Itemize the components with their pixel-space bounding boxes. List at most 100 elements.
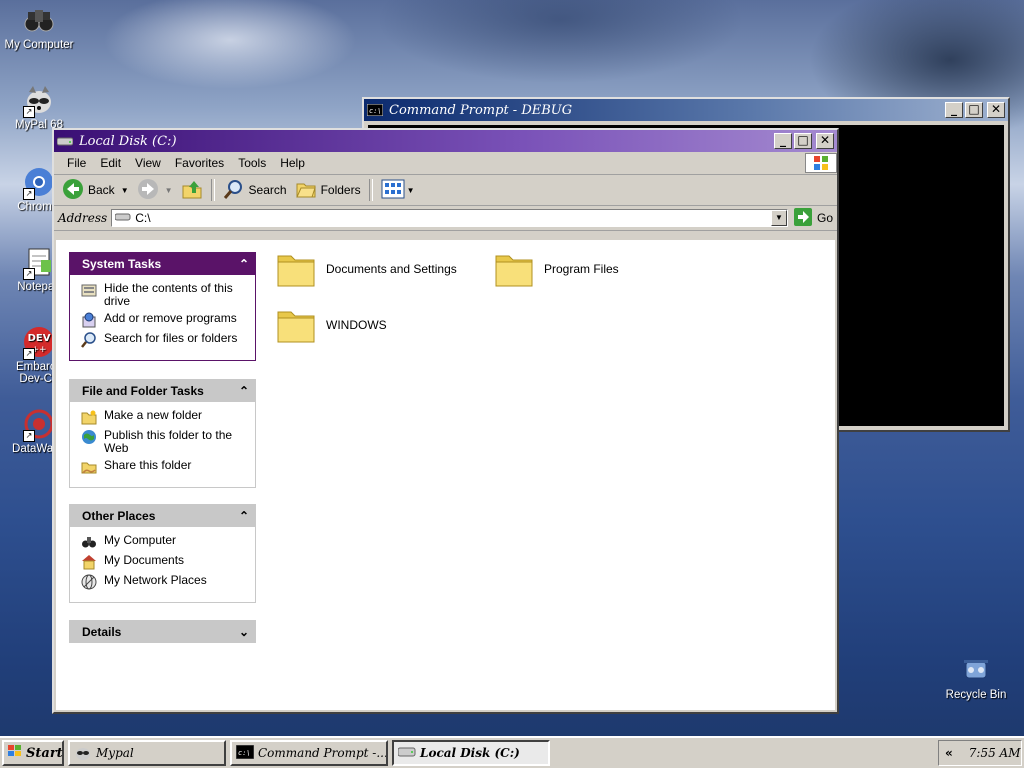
drive-icon — [397, 745, 416, 761]
menu-view[interactable]: View — [128, 156, 168, 170]
address-label: Address — [58, 211, 108, 225]
minimize-button[interactable]: _ — [945, 102, 963, 118]
tray-chevron-button[interactable]: « — [945, 746, 953, 760]
go-button[interactable]: Go — [793, 207, 833, 229]
search-label: Search — [248, 183, 287, 197]
explorer-titlebar[interactable]: Local Disk (C:) _ □ ✕ — [54, 130, 837, 152]
task-label: Publish this folder to the Web — [104, 428, 233, 455]
collapse-icon[interactable]: ⌃ — [239, 384, 249, 398]
add-remove-programs-icon — [81, 312, 97, 328]
chromium-icon: ↗ — [23, 166, 55, 200]
panel-title: File and Folder Tasks — [82, 383, 204, 398]
up-folder-button[interactable] — [177, 177, 207, 203]
windows-logo-icon — [805, 153, 837, 173]
close-button[interactable]: ✕ — [816, 133, 834, 149]
desktop-icon-recycle-bin[interactable]: Recycle Bin — [937, 654, 1015, 701]
folder-item[interactable]: WINDOWS — [276, 306, 387, 344]
task-label: Share this folder — [104, 458, 192, 472]
shortcut-arrow-icon: ↗ — [23, 106, 35, 118]
chevron-down-icon[interactable]: ▼ — [407, 186, 415, 195]
content-area[interactable]: System Tasks ⌃ Hide the contents of this… — [56, 240, 835, 710]
console-icon: c:\ — [366, 103, 384, 117]
binoculars-icon — [23, 4, 55, 36]
panel-title: Details — [82, 624, 122, 639]
expand-icon[interactable]: ⌄ — [239, 625, 249, 639]
start-button[interactable]: Start — [2, 740, 64, 766]
folder-icon — [276, 306, 316, 344]
task-make-new-folder[interactable]: Make a new folder — [81, 409, 249, 425]
panel-title: System Tasks — [82, 256, 162, 271]
svg-text:c:\: c:\ — [369, 107, 382, 115]
search-button[interactable]: Search — [219, 177, 291, 203]
taskbar-button-command-prompt[interactable]: c:\ Command Prompt -... — [230, 740, 388, 766]
place-label: My Computer — [104, 533, 177, 547]
shortcut-arrow-icon: ↗ — [23, 188, 35, 200]
panel-body: Make a new folder Publish this folder to… — [69, 402, 256, 488]
menu-edit[interactable]: Edit — [93, 156, 128, 170]
place-my-network[interactable]: My Network Places — [81, 574, 249, 590]
menu-favorites[interactable]: Favorites — [168, 156, 231, 170]
forward-button[interactable]: ▼ — [133, 177, 177, 203]
folder-icon — [494, 250, 534, 288]
task-label: Mypal — [96, 746, 134, 760]
desktop-icon-label: Recycle Bin — [945, 689, 1007, 701]
console-icon: c:\ — [235, 744, 255, 761]
go-arrow-icon — [793, 207, 812, 229]
raccoon-icon — [74, 745, 92, 761]
place-my-documents[interactable]: My Documents — [81, 554, 249, 570]
system-tasks-panel: System Tasks ⌃ Hide the contents of this… — [69, 252, 256, 361]
collapse-icon[interactable]: ⌃ — [239, 509, 249, 523]
explorer-window[interactable]: Local Disk (C:) _ □ ✕ File Edit View Fav… — [52, 128, 839, 714]
folders-icon — [295, 178, 317, 203]
cmd-title: Command Prompt - DEBUG — [389, 102, 573, 118]
minimize-button[interactable]: _ — [774, 133, 792, 149]
folder-item[interactable]: Documents and Settings — [276, 250, 457, 288]
taskbar-button-local-disk[interactable]: Local Disk (C:) — [392, 740, 550, 766]
folder-label: Documents and Settings — [326, 262, 457, 276]
folder-icon — [276, 250, 316, 288]
task-search-files[interactable]: Search for files or folders — [81, 332, 249, 348]
maximize-button[interactable]: □ — [794, 133, 812, 149]
menu-tools[interactable]: Tools — [231, 156, 273, 170]
task-share-folder[interactable]: Share this folder — [81, 459, 249, 475]
file-folder-tasks-panel: File and Folder Tasks ⌃ Make a new folde… — [69, 379, 256, 488]
views-button[interactable]: ▼ — [377, 177, 419, 203]
task-publish-web[interactable]: Publish this folder to the Web — [81, 429, 249, 455]
panel-header[interactable]: File and Folder Tasks ⌃ — [69, 379, 256, 402]
hide-contents-icon — [81, 282, 97, 298]
maximize-button[interactable]: □ — [965, 102, 983, 118]
svg-text:c:\: c:\ — [238, 749, 251, 757]
menu-file[interactable]: File — [60, 156, 93, 170]
folder-item[interactable]: Program Files — [494, 250, 619, 288]
back-button[interactable]: Back ▼ — [58, 177, 133, 203]
taskbar-button-mypal[interactable]: Mypal — [68, 740, 226, 766]
binoculars-icon — [81, 534, 97, 550]
place-my-computer[interactable]: My Computer — [81, 534, 249, 550]
panel-header[interactable]: Other Places ⌃ — [69, 504, 256, 527]
cmd-titlebar[interactable]: c:\ Command Prompt - DEBUG _ □ ✕ — [364, 99, 1008, 121]
task-add-remove-programs[interactable]: Add or remove programs — [81, 312, 249, 328]
close-button[interactable]: ✕ — [987, 102, 1005, 118]
clock[interactable]: 7:55 AM — [969, 746, 1021, 760]
desktop-icon-mypal[interactable]: ↗ MyPal 68 — [0, 84, 78, 131]
system-tray: « 7:55 AM — [938, 740, 1022, 766]
notepad-icon: ↗ — [23, 246, 55, 280]
panel-header[interactable]: System Tasks ⌃ — [69, 252, 256, 275]
task-hide-contents[interactable]: Hide the contents of this drive — [81, 282, 249, 308]
forward-arrow-icon — [137, 178, 159, 203]
folders-button[interactable]: Folders — [291, 177, 365, 203]
chevron-down-icon[interactable]: ▼ — [165, 186, 173, 195]
raccoon-icon: ↗ — [23, 84, 55, 118]
collapse-icon[interactable]: ⌃ — [239, 257, 249, 271]
menu-bar: File Edit View Favorites Tools Help — [54, 152, 837, 175]
panel-header[interactable]: Details ⌄ — [69, 620, 256, 643]
toolbar-separator — [210, 179, 215, 201]
address-dropdown-button[interactable]: ▼ — [770, 210, 787, 226]
chevron-down-icon[interactable]: ▼ — [121, 186, 129, 195]
panel-body: My Computer My Documents My Network Plac… — [69, 527, 256, 603]
desktop-icon-my-computer[interactable]: My Computer — [0, 4, 78, 51]
menu-help[interactable]: Help — [273, 156, 312, 170]
task-label: Hide the contents of this drive — [104, 281, 233, 308]
recycle-bin-icon — [960, 654, 992, 686]
address-input[interactable]: C:\ ▼ — [111, 209, 788, 227]
